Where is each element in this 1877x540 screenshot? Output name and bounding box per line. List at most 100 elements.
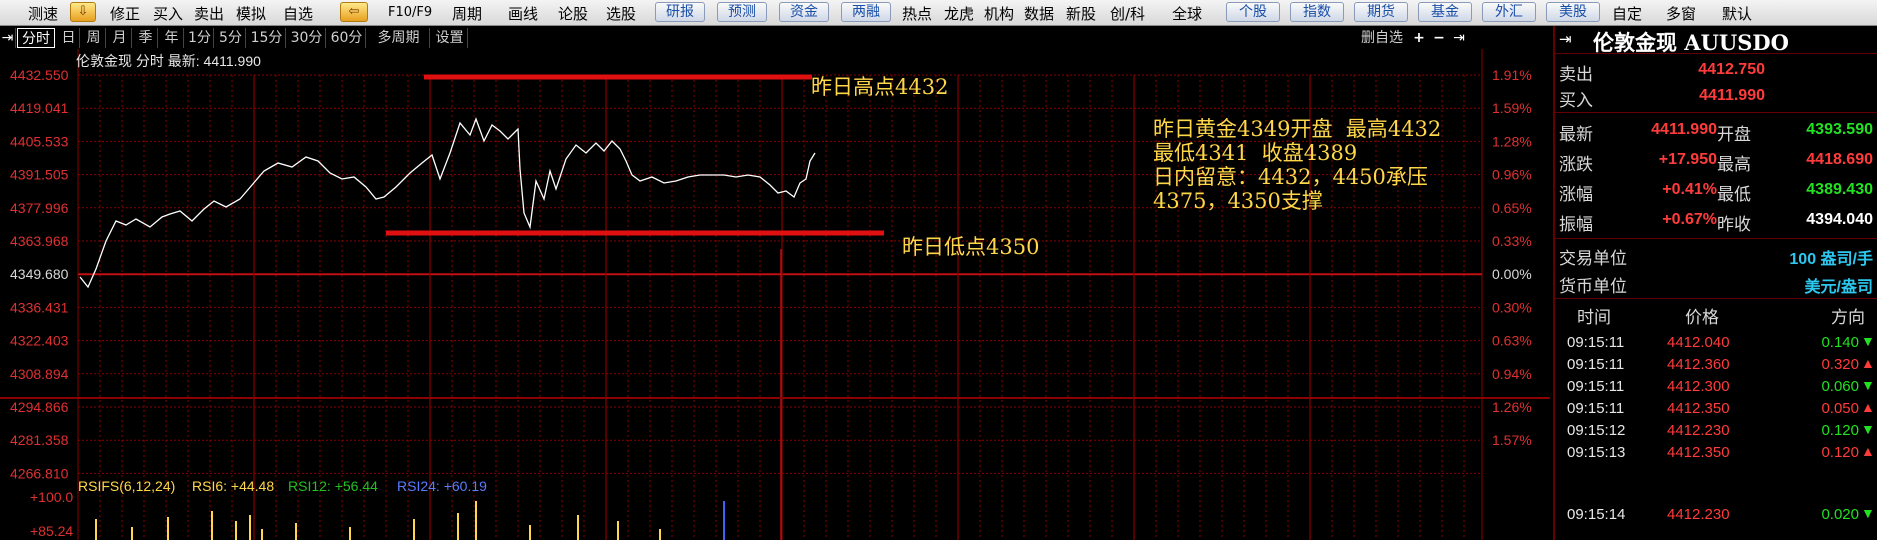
- tab-15min[interactable]: 15分: [248, 28, 286, 48]
- arrow-down-icon: ▼: [1861, 377, 1875, 393]
- percent-tick-label: 1.57%: [1492, 432, 1532, 448]
- us-stock-button[interactable]: 美股: [1546, 2, 1600, 22]
- hot-button[interactable]: 热点: [902, 3, 932, 24]
- margin-button[interactable]: 两融: [841, 2, 891, 22]
- sell-row: 卖出 4412.750: [1555, 58, 1877, 86]
- percent-tick-label: 0.30%: [1492, 299, 1532, 315]
- tab-1min[interactable]: 1分: [186, 28, 214, 48]
- star-market-button[interactable]: 创/科: [1110, 3, 1145, 24]
- stock-talk-button[interactable]: 论股: [558, 3, 588, 24]
- period-button[interactable]: 周期: [452, 3, 482, 24]
- tick-row: 09:15:11 4412.360 0.320 ▲: [1555, 354, 1877, 376]
- default-button[interactable]: 默认: [1722, 3, 1752, 24]
- annotation-note: 昨日黄金4349开盘 最高4432 最低4341 收盘4389 日内留意：443…: [1153, 117, 1442, 213]
- stat-row: 涨跌 +17.950 最高 4418.690: [1555, 148, 1877, 176]
- price-tick-label: 4391.505: [10, 167, 69, 183]
- price-tick-label: 4432.550: [10, 67, 69, 83]
- institution-button[interactable]: 机构: [984, 3, 1014, 24]
- percent-tick-label: 0.33%: [1492, 233, 1532, 249]
- forecast-button[interactable]: 预测: [717, 2, 767, 22]
- tab-year[interactable]: 年: [160, 28, 184, 48]
- data-button[interactable]: 数据: [1024, 3, 1054, 24]
- high-value: 4418.690: [1806, 151, 1873, 168]
- plus-icon[interactable]: +: [1410, 28, 1428, 48]
- percent-tick-label: 0.96%: [1492, 167, 1532, 183]
- currency-unit-value: 美元/盎司: [1804, 279, 1873, 296]
- f10-button[interactable]: F10/F9: [388, 5, 432, 20]
- price-tick-label: 4281.358: [10, 432, 69, 448]
- tick-price: 4412.360: [1667, 356, 1730, 373]
- futures-button[interactable]: 期货: [1354, 2, 1408, 22]
- panel-collapse-icon[interactable]: ⇥: [1559, 30, 1572, 48]
- currency-unit-label: 货币单位: [1559, 277, 1627, 297]
- tick-time: 09:15:13: [1567, 444, 1626, 461]
- stat-label: 涨跌: [1559, 155, 1593, 175]
- buy-button[interactable]: 买入: [153, 3, 183, 24]
- index-button[interactable]: 指数: [1290, 2, 1344, 22]
- percent-tick-label: 1.59%: [1492, 100, 1532, 116]
- tab-settings[interactable]: 设置: [432, 28, 468, 48]
- tick-price: 4412.230: [1667, 506, 1730, 523]
- tab-day[interactable]: 日: [58, 28, 80, 48]
- custom-button[interactable]: 自定: [1612, 3, 1642, 24]
- speed-test-button[interactable]: 测速: [28, 3, 58, 24]
- simulate-button[interactable]: 模拟: [236, 3, 266, 24]
- tick-row: 09:15:14 4412.230 0.020 ▼: [1555, 504, 1877, 526]
- currency-unit-row: 货币单位 美元/盎司: [1555, 270, 1877, 298]
- percent-tick-label: 1.28%: [1492, 133, 1532, 149]
- forex-button[interactable]: 外汇: [1482, 2, 1536, 22]
- quote-panel: ⇥ 伦敦金现 AUUSDO 卖出 4412.750 买入 4411.990 最新…: [1553, 26, 1877, 540]
- buy-value: 4411.990: [1699, 87, 1765, 104]
- stat-row: 涨幅 +0.41% 最低 4389.430: [1555, 178, 1877, 206]
- tick-price: 4412.300: [1667, 378, 1730, 395]
- sell-label: 卖出: [1559, 65, 1593, 85]
- stock-picker-button[interactable]: 选股: [606, 3, 636, 24]
- change-pct-value: +0.41%: [1662, 181, 1717, 198]
- tick-row: 09:15:11 4412.040 0.140 ▼: [1555, 332, 1877, 354]
- tick-row: 09:15:11 4412.350 0.050 ▲: [1555, 398, 1877, 420]
- tab-week[interactable]: 周: [82, 28, 106, 48]
- fund-flow-button[interactable]: 资金: [779, 2, 829, 22]
- down-arrow-icon[interactable]: ⇩: [70, 2, 96, 22]
- multi-window-button[interactable]: 多窗: [1666, 3, 1696, 24]
- tick-price: 4412.350: [1667, 444, 1730, 461]
- rsi-bars: [95, 501, 725, 540]
- tick-volume: 0.120: [1821, 444, 1859, 461]
- global-button[interactable]: 全球: [1172, 3, 1202, 24]
- dragon-tiger-button[interactable]: 龙虎: [944, 3, 974, 24]
- arrow-up-icon: ▲: [1861, 399, 1875, 415]
- tab-quarter[interactable]: 季: [134, 28, 158, 48]
- tab-intraday[interactable]: 分时: [17, 28, 55, 48]
- price-tick-label: 4294.866: [10, 399, 69, 415]
- ipo-button[interactable]: 新股: [1066, 3, 1096, 24]
- tick-volume: 0.050: [1821, 400, 1859, 417]
- expand-arrow-icon[interactable]: ⇥: [1450, 28, 1468, 48]
- back-arrow-icon[interactable]: ⇦: [340, 2, 368, 22]
- tick-price: 4412.040: [1667, 334, 1730, 351]
- tab-5min[interactable]: 5分: [216, 28, 246, 48]
- tab-multi-period[interactable]: 多周期: [368, 28, 430, 48]
- stat-label: 最新: [1559, 125, 1593, 145]
- panel-title-bar: ⇥ 伦敦金现 AUUSDO: [1555, 26, 1877, 55]
- draw-line-button[interactable]: 画线: [508, 3, 538, 24]
- tick-volume: 0.060: [1821, 378, 1859, 395]
- sell-button[interactable]: 卖出: [194, 3, 224, 24]
- percent-tick-label: 0.63%: [1492, 333, 1532, 349]
- collapse-arrow-icon[interactable]: ⇥: [0, 28, 16, 48]
- watchlist-button[interactable]: 自选: [283, 3, 313, 24]
- tab-60min[interactable]: 60分: [328, 28, 366, 48]
- stock-button[interactable]: 个股: [1226, 2, 1280, 22]
- sell-value: 4412.750: [1698, 61, 1765, 78]
- revise-button[interactable]: 修正: [110, 3, 140, 24]
- tab-month[interactable]: 月: [108, 28, 132, 48]
- minus-icon[interactable]: −: [1430, 28, 1448, 48]
- tab-30min[interactable]: 30分: [288, 28, 326, 48]
- chart-header: 伦敦金现 分时 最新: 4411.990: [76, 53, 261, 69]
- percent-tick-label: 1.26%: [1492, 399, 1532, 415]
- percent-tick-label: 0.65%: [1492, 200, 1532, 216]
- funds-button[interactable]: 基金: [1418, 2, 1472, 22]
- rsi12-value: RSI12: +56.44: [288, 478, 378, 494]
- period-bar: ⇥ 分时 日 周 月 季 年 1分 5分 15分 30分 60分 多周期 设置 …: [0, 26, 1547, 49]
- remove-watchlist-button[interactable]: 删自选: [1356, 28, 1408, 48]
- research-button[interactable]: 研报: [655, 2, 705, 22]
